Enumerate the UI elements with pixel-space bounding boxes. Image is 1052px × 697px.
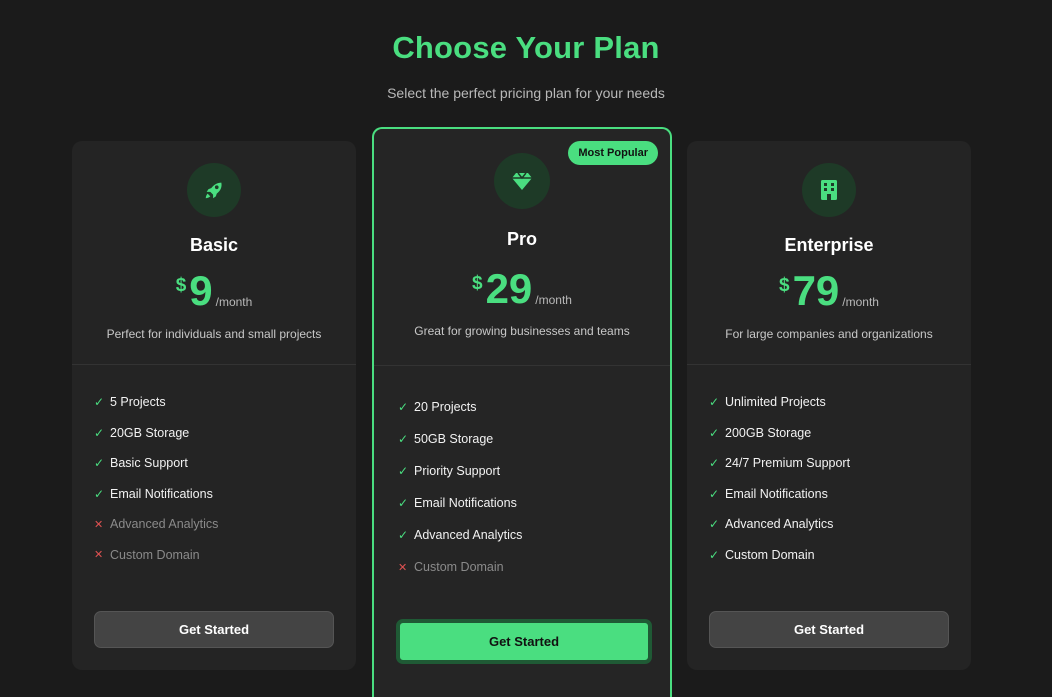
feature-item: ✓ Email Notifications <box>94 479 356 510</box>
plan-header: Enterprise $ 79 /month For large compani… <box>687 141 971 365</box>
feature-label: Basic Support <box>110 456 188 471</box>
feature-label: 20GB Storage <box>110 425 190 440</box>
cross-icon: ✕ <box>398 561 408 574</box>
feature-label: Email Notifications <box>110 486 213 501</box>
plan-name: Basic <box>189 235 239 255</box>
feature-label: Custom Domain <box>725 547 815 562</box>
feature-label: 24/7 Premium Support <box>725 456 851 471</box>
feature-label: 50GB Storage <box>414 432 494 446</box>
check-icon: ✓ <box>398 528 409 542</box>
feature-label: Priority Support <box>414 464 501 478</box>
feature-item: ✓ 50GB Storage <box>398 423 670 455</box>
check-icon: ✓ <box>709 486 720 501</box>
plan-description: Perfect for individuals and small projec… <box>106 327 322 341</box>
feature-label: Custom Domain <box>110 547 200 562</box>
price: $ 79 /month <box>687 267 971 315</box>
rocket-icon <box>187 163 241 217</box>
plan-description: Great for growing businesses and teams <box>414 324 630 338</box>
feature-label: 5 Projects <box>110 395 166 410</box>
page-subtitle: Select the perfect pricing plan for your… <box>387 85 665 101</box>
feature-list: ✓ Unlimited Projects ✓ 200GB Storage ✓ 24/7… <box>687 365 971 570</box>
cross-icon: ✕ <box>94 518 104 531</box>
plan-header: Pro $ 29 /month Great for growing busine… <box>374 129 670 366</box>
feature-list: ✓ 5 Projects ✓ 20GB Storage ✓ Basic Support… <box>72 365 356 570</box>
get-started-button-enterprise[interactable]: Get Started <box>709 611 949 648</box>
check-icon: ✓ <box>709 547 720 562</box>
page-title: Choose Your Plan <box>392 30 660 65</box>
feature-label: 20 Projects <box>414 400 477 414</box>
cross-icon: ✕ <box>94 549 104 562</box>
feature-item: ✓ Advanced Analytics <box>709 509 971 540</box>
price-currency: $ <box>779 275 790 296</box>
price: $ 9 /month <box>72 267 356 315</box>
check-icon: ✓ <box>709 395 720 410</box>
feature-item: ✓ 200GB Storage <box>709 418 971 449</box>
plan-card-enterprise: Enterprise $ 79 /month For large compani… <box>687 141 971 670</box>
plan-card-basic: Basic $ 9 /month Perfect for individuals… <box>72 141 356 670</box>
price-amount: 29 <box>485 265 533 312</box>
get-started-button-basic[interactable]: Get Started <box>94 611 334 648</box>
price-period: /month <box>215 295 253 309</box>
plan-header: Basic $ 9 /month Perfect for individuals… <box>72 141 356 365</box>
price: $ 29 /month <box>374 265 670 313</box>
feature-item: ✓ 5 Projects <box>94 387 356 418</box>
plan-name: Enterprise <box>784 235 874 255</box>
feature-item: ✓ 24/7 Premium Support <box>709 448 971 479</box>
feature-item: ✓ Email Notifications <box>398 487 670 519</box>
feature-item: ✓ Advanced Analytics <box>398 519 670 551</box>
check-icon: ✓ <box>709 456 720 471</box>
check-icon: ✓ <box>398 464 409 478</box>
check-icon: ✓ <box>94 486 105 501</box>
feature-label: Advanced Analytics <box>414 528 523 542</box>
price-amount: 9 <box>189 267 213 314</box>
check-icon: ✓ <box>94 395 105 410</box>
feature-label: Email Notifications <box>725 486 828 501</box>
feature-item: ✓ Priority Support <box>398 455 670 487</box>
feature-item: ✓ Unlimited Projects <box>709 387 971 418</box>
check-icon: ✓ <box>398 432 409 446</box>
get-started-button-pro[interactable]: Get Started <box>396 619 652 664</box>
price-currency: $ <box>472 273 483 294</box>
check-icon: ✓ <box>94 425 105 440</box>
feature-list: ✓ 20 Projects ✓ 50GB Storage ✓ Priority Sup… <box>374 366 670 583</box>
feature-item: ✕ Custom Domain <box>398 551 670 583</box>
plan-description: For large companies and organizations <box>725 327 933 341</box>
feature-label: 200GB Storage <box>725 425 812 440</box>
price-period: /month <box>535 293 572 307</box>
feature-item: ✕ Custom Domain <box>94 540 356 571</box>
gem-icon <box>494 153 550 209</box>
pricing-page: Choose Your Plan Select the perfect pric… <box>0 0 1052 697</box>
plan-name: Pro <box>506 229 537 249</box>
feature-item: ✓ Custom Domain <box>709 540 971 571</box>
check-icon: ✓ <box>398 496 409 510</box>
feature-item: ✓ 20GB Storage <box>94 418 356 449</box>
building-icon <box>802 163 856 217</box>
feature-label: Unlimited Projects <box>725 395 826 410</box>
check-icon: ✓ <box>709 425 720 440</box>
check-icon: ✓ <box>709 517 720 532</box>
feature-label: Advanced Analytics <box>725 517 834 532</box>
check-icon: ✓ <box>94 456 105 471</box>
feature-item: ✓ Email Notifications <box>709 479 971 510</box>
feature-label: Advanced Analytics <box>110 517 219 532</box>
check-icon: ✓ <box>398 400 409 414</box>
feature-label: Custom Domain <box>414 560 504 574</box>
plan-card-pro: Most Popular Pro $ 29 /month Great for g… <box>372 127 672 697</box>
feature-item: ✕ Advanced Analytics <box>94 509 356 540</box>
feature-label: Email Notifications <box>414 496 517 510</box>
price-amount: 79 <box>792 267 840 314</box>
feature-item: ✓ 20 Projects <box>398 391 670 423</box>
price-period: /month <box>842 295 879 309</box>
price-currency: $ <box>175 275 187 296</box>
feature-item: ✓ Basic Support <box>94 448 356 479</box>
